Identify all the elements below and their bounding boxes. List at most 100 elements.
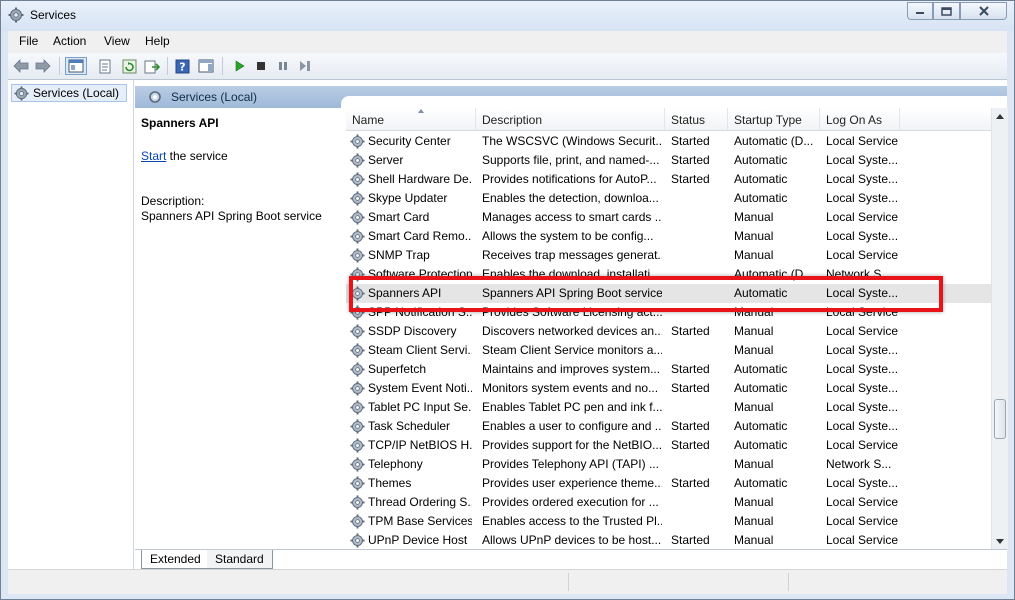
start-service-button[interactable] bbox=[230, 57, 248, 75]
menu-bar: File Action View Help bbox=[8, 31, 1007, 54]
status-divider bbox=[788, 573, 789, 591]
table-row[interactable]: Server Supports file, print, and named-..… bbox=[346, 151, 991, 170]
service-gear-icon bbox=[350, 286, 365, 301]
restart-service-button[interactable] bbox=[296, 57, 314, 75]
service-log-on-as: Network S... bbox=[826, 267, 892, 281]
menu-action[interactable]: Action bbox=[53, 34, 86, 48]
back-button[interactable] bbox=[12, 57, 30, 75]
start-service-row: Start the service bbox=[141, 149, 228, 163]
minimize-icon bbox=[916, 12, 924, 14]
column-header-status[interactable]: Status bbox=[665, 108, 728, 130]
help-button[interactable]: ? bbox=[173, 57, 191, 75]
tab-extended[interactable]: Extended bbox=[141, 550, 210, 569]
column-header-log-on-as[interactable]: Log On As bbox=[820, 108, 900, 130]
services-gear-icon bbox=[8, 7, 24, 23]
list-corner bbox=[341, 96, 1007, 108]
column-header-startup-type[interactable]: Startup Type bbox=[728, 108, 820, 130]
play-icon bbox=[235, 60, 245, 72]
minimize-button[interactable] bbox=[907, 2, 933, 20]
column-header-name[interactable]: Name bbox=[346, 108, 476, 130]
table-row[interactable]: Task Scheduler Enables a user to configur… bbox=[346, 417, 991, 436]
service-log-on-as: Local Service bbox=[826, 438, 899, 452]
service-startup-type: Automatic bbox=[734, 381, 788, 395]
tab-standard[interactable]: Standard bbox=[207, 550, 273, 569]
service-name: Skype Updater bbox=[368, 191, 448, 205]
table-row[interactable]: SSDP Discovery Discovers networked device… bbox=[346, 322, 991, 341]
service-startup-type: Manual bbox=[734, 400, 774, 414]
service-log-on-as: Local Syste... bbox=[826, 172, 899, 186]
table-row[interactable]: Software Protection Enables the download,… bbox=[346, 265, 991, 284]
scroll-up-button[interactable] bbox=[992, 108, 1008, 124]
service-description: Discovers networked devices an... bbox=[482, 324, 662, 338]
service-name: Tablet PC Input Se... bbox=[368, 400, 472, 414]
service-description: Allows UPnP devices to be host... bbox=[482, 533, 662, 547]
column-header-label: Status bbox=[671, 113, 706, 127]
table-row-selected[interactable]: Spanners API Spanners API Spring Boot ser… bbox=[346, 284, 991, 303]
table-row[interactable]: Steam Client Servi... Steam Client Servic… bbox=[346, 341, 991, 360]
restart-icon bbox=[300, 61, 310, 71]
service-status: Started bbox=[671, 438, 710, 452]
service-startup-type: Automatic bbox=[734, 153, 788, 167]
service-status: Started bbox=[671, 134, 710, 148]
column-header-description[interactable]: Description bbox=[476, 108, 665, 130]
service-name: Security Center bbox=[368, 134, 451, 148]
table-row[interactable]: Telephony Provides Telephony API (TAPI) .… bbox=[346, 455, 991, 474]
refresh-button[interactable] bbox=[120, 57, 138, 75]
pause-service-button[interactable] bbox=[274, 57, 292, 75]
menu-view[interactable]: View bbox=[104, 34, 130, 48]
close-button[interactable] bbox=[960, 2, 1007, 20]
description-label: Description: bbox=[141, 194, 205, 208]
vertical-scrollbar[interactable] bbox=[991, 108, 1008, 549]
table-row[interactable]: Superfetch Maintains and improves system.… bbox=[346, 360, 991, 379]
toolbar-separator bbox=[167, 57, 168, 75]
main-content: Services (Local) Services (Local) Spanne… bbox=[8, 80, 1008, 570]
properties-button[interactable] bbox=[96, 57, 114, 75]
service-name: SSDP Discovery bbox=[368, 324, 457, 338]
service-description: Monitors system events and no... bbox=[482, 381, 659, 395]
menu-file[interactable]: File bbox=[19, 34, 38, 48]
tree-item-services-local[interactable]: Services (Local) bbox=[11, 84, 127, 102]
tree-item-label: Services (Local) bbox=[33, 86, 120, 100]
service-log-on-as: Local Syste... bbox=[826, 153, 899, 167]
scrollbar-thumb[interactable] bbox=[994, 399, 1006, 439]
table-row[interactable]: SNMP Trap Receives trap messages generat.… bbox=[346, 246, 991, 265]
table-row[interactable]: Smart Card Remo... Allows the system to b… bbox=[346, 227, 991, 246]
export-list-icon bbox=[144, 60, 160, 73]
forward-button[interactable] bbox=[34, 57, 52, 75]
table-row[interactable]: Security Center The WSCSVC (Windows Secur… bbox=[346, 132, 991, 151]
list-header: Name Description Status Startup Type Log… bbox=[346, 108, 991, 131]
table-row[interactable]: System Event Noti... Monitors system even… bbox=[346, 379, 991, 398]
service-gear-icon bbox=[350, 153, 365, 168]
table-row[interactable]: TCP/IP NetBIOS H... Provides support for … bbox=[346, 436, 991, 455]
service-startup-type: Manual bbox=[734, 229, 774, 243]
table-row[interactable]: Smart Card Manages access to smart cards … bbox=[346, 208, 991, 227]
table-row[interactable]: Thread Ordering S... Provides ordered exe… bbox=[346, 493, 991, 512]
table-row[interactable]: UPnP Device Host Allows UPnP devices to b… bbox=[346, 531, 991, 550]
stop-service-button[interactable] bbox=[252, 57, 270, 75]
table-row[interactable]: TPM Base Services Enables access to the T… bbox=[346, 512, 991, 531]
table-row[interactable]: Themes Provides user experience theme... S… bbox=[346, 474, 991, 493]
start-service-link[interactable]: Start bbox=[141, 149, 166, 163]
properties-icon bbox=[99, 59, 111, 73]
scroll-down-button[interactable] bbox=[992, 533, 1008, 549]
export-list-button[interactable] bbox=[143, 57, 161, 75]
service-name: UPnP Device Host bbox=[368, 533, 468, 547]
service-startup-type: Manual bbox=[734, 495, 774, 509]
service-status: Started bbox=[671, 476, 710, 490]
service-gear-icon bbox=[350, 191, 365, 206]
description-text: Spanners API Spring Boot service bbox=[141, 209, 322, 223]
table-row[interactable]: Skype Updater Enables the detection, down… bbox=[346, 189, 991, 208]
service-startup-type: Manual bbox=[734, 533, 774, 547]
maximize-button[interactable] bbox=[933, 2, 960, 20]
service-name: Smart Card Remo... bbox=[368, 229, 472, 243]
show-console-tree-button[interactable] bbox=[65, 57, 87, 75]
menu-help[interactable]: Help bbox=[145, 34, 170, 48]
service-description: Receives trap messages generat... bbox=[482, 248, 662, 262]
service-gear-icon bbox=[350, 229, 365, 244]
table-row[interactable]: Shell Hardware De... Provides notificatio… bbox=[346, 170, 991, 189]
table-row[interactable]: SPP Notification S... Provides Software L… bbox=[346, 303, 991, 322]
title-bar[interactable]: Services bbox=[1, 1, 1014, 31]
show-action-pane-button[interactable] bbox=[197, 57, 215, 75]
table-row[interactable]: Tablet PC Input Se... Enables Tablet PC p… bbox=[346, 398, 991, 417]
action-pane-icon bbox=[198, 59, 214, 73]
